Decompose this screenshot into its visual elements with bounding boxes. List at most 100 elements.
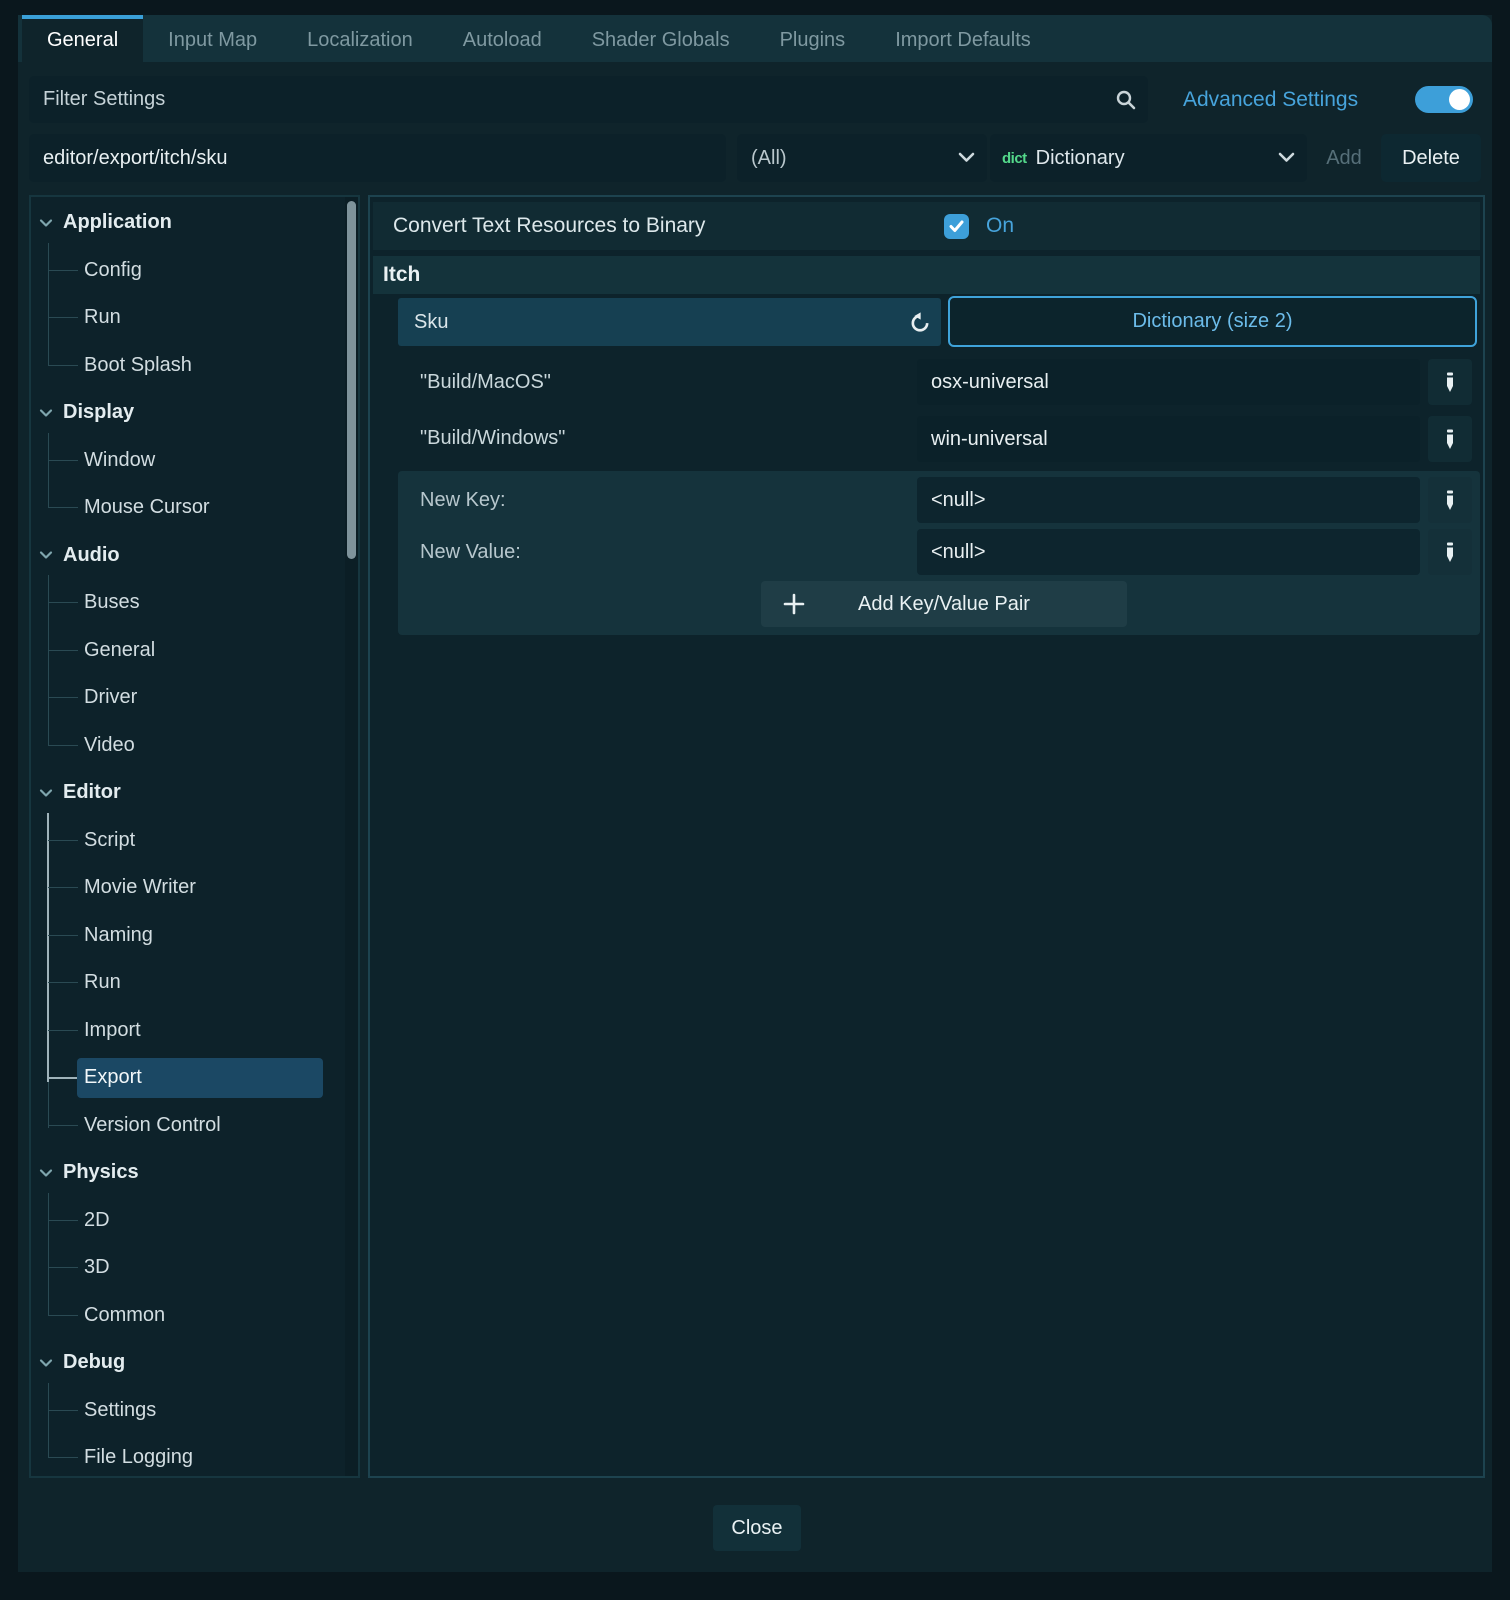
pencil-icon xyxy=(1444,489,1456,511)
chevron-down-icon xyxy=(39,788,53,798)
type-value: Dictionary xyxy=(1036,147,1125,170)
chevron-down-icon xyxy=(39,550,53,560)
sidebar-item-buses[interactable]: Buses xyxy=(31,579,343,627)
tab-plugins[interactable]: Plugins xyxy=(755,15,871,62)
sidebar-item-script[interactable]: Script xyxy=(31,817,343,865)
tab-localization[interactable]: Localization xyxy=(282,15,438,62)
tree-children: Settings File Logging xyxy=(31,1387,343,1479)
convert-text-resources-checkbox[interactable] xyxy=(944,214,969,239)
itch-section-header: Itch xyxy=(373,256,1480,294)
dict-value-field[interactable]: osx-universal xyxy=(917,359,1420,405)
add-key-value-pair-label: Add Key/Value Pair xyxy=(858,593,1030,615)
sidebar-item-video[interactable]: Video xyxy=(31,722,343,770)
sidebar-item-label: Common xyxy=(84,1304,165,1327)
feature-filter-value: (All) xyxy=(751,147,787,170)
tree-children: Buses General Driver Video xyxy=(31,579,343,769)
sidebar-item-label: File Logging xyxy=(84,1446,193,1469)
sidebar-item-3d[interactable]: 3D xyxy=(31,1244,343,1292)
sidebar-section-debug: Debug Settings File Logging xyxy=(31,1339,343,1478)
tab-input-map[interactable]: Input Map xyxy=(143,15,282,62)
delete-property-button[interactable]: Delete xyxy=(1381,134,1481,182)
project-settings-dialog: General Input Map Localization Autoload … xyxy=(0,0,1510,1600)
sidebar-item-label: Naming xyxy=(84,924,153,947)
sidebar-category-application[interactable]: Application xyxy=(31,199,343,247)
edit-new-key-button[interactable] xyxy=(1428,477,1472,523)
sidebar-section-application: Application Config Run Boot Splash xyxy=(31,199,343,389)
sidebar-item-mouse-cursor[interactable]: Mouse Cursor xyxy=(31,484,343,532)
sidebar-category-debug[interactable]: Debug xyxy=(31,1339,343,1387)
sidebar-category-label: Debug xyxy=(63,1351,125,1374)
sidebar-item-settings[interactable]: Settings xyxy=(31,1387,343,1435)
tab-general[interactable]: General xyxy=(22,15,143,62)
pencil-icon xyxy=(1444,428,1456,450)
new-value-field[interactable]: <null> xyxy=(917,529,1420,575)
property-path-input[interactable]: editor/export/itch/sku xyxy=(29,134,726,182)
add-property-button[interactable]: Add xyxy=(1314,134,1374,182)
property-path-text: editor/export/itch/sku xyxy=(43,147,228,169)
sidebar-category-editor[interactable]: Editor xyxy=(31,769,343,817)
sidebar-category-display[interactable]: Display xyxy=(31,389,343,437)
tree-children: Window Mouse Cursor xyxy=(31,437,343,532)
sidebar-scrollbar-track[interactable] xyxy=(345,197,358,1476)
sidebar-category-label: Physics xyxy=(63,1161,139,1184)
tab-label: General xyxy=(47,29,118,52)
sidebar-item-version-control[interactable]: Version Control xyxy=(31,1102,343,1150)
new-value-label: New Value: xyxy=(420,526,521,578)
sidebar-item-common[interactable]: Common xyxy=(31,1292,343,1340)
advanced-settings-toggle[interactable] xyxy=(1415,86,1473,113)
tree: Application Config Run Boot Splash Displ… xyxy=(31,199,343,1478)
sidebar-item-label: Movie Writer xyxy=(84,876,196,899)
tree-children: Config Run Boot Splash xyxy=(31,247,343,390)
chevron-down-icon xyxy=(39,408,53,418)
sidebar-category-label: Display xyxy=(63,401,134,424)
sidebar-item-window[interactable]: Window xyxy=(31,437,343,485)
sidebar-scrollbar-thumb[interactable] xyxy=(347,201,356,559)
sidebar-item-config[interactable]: Config xyxy=(31,247,343,295)
revert-icon[interactable] xyxy=(909,311,931,333)
sidebar-item-import[interactable]: Import xyxy=(31,1007,343,1055)
dict-key-label: "Build/Windows" xyxy=(420,413,565,463)
sidebar-item-label: Buses xyxy=(84,591,140,614)
edit-value-button[interactable] xyxy=(1428,359,1472,405)
tab-import-defaults[interactable]: Import Defaults xyxy=(870,15,1056,62)
sidebar-item-label: Driver xyxy=(84,686,137,709)
sidebar-item-label: 2D xyxy=(84,1209,110,1232)
dictionary-type-icon: dict xyxy=(1002,150,1027,167)
sidebar-item-file-logging[interactable]: File Logging xyxy=(31,1434,343,1478)
tab-bar: General Input Map Localization Autoload … xyxy=(18,15,1492,62)
tab-shader-globals[interactable]: Shader Globals xyxy=(567,15,755,62)
sidebar-category-audio[interactable]: Audio xyxy=(31,532,343,580)
plus-icon xyxy=(783,593,805,615)
tab-label: Localization xyxy=(307,29,413,52)
edit-new-value-button[interactable] xyxy=(1428,529,1472,575)
add-key-value-pair-button[interactable]: Add Key/Value Pair xyxy=(761,581,1127,627)
sidebar-item-export[interactable]: Export xyxy=(31,1054,343,1102)
edit-value-button[interactable] xyxy=(1428,416,1472,462)
feature-filter-dropdown[interactable]: (All) xyxy=(737,134,987,182)
sidebar-item-run-editor[interactable]: Run xyxy=(31,959,343,1007)
dict-value-text: osx-universal xyxy=(931,371,1049,393)
dict-value-field[interactable]: win-universal xyxy=(917,416,1420,462)
sidebar-item-general[interactable]: General xyxy=(31,627,343,675)
type-dropdown[interactable]: dict Dictionary xyxy=(990,134,1307,182)
sidebar-item-boot-splash[interactable]: Boot Splash xyxy=(31,342,343,390)
sidebar-item-movie-writer[interactable]: Movie Writer xyxy=(31,864,343,912)
dict-value-text: win-universal xyxy=(931,428,1048,450)
chevron-down-icon xyxy=(958,152,975,163)
toggle-knob xyxy=(1449,89,1470,110)
tab-label: Shader Globals xyxy=(592,29,730,52)
sidebar-item-label: 3D xyxy=(84,1256,110,1279)
close-button[interactable]: Close xyxy=(713,1505,801,1551)
filter-settings-input[interactable] xyxy=(29,76,1148,123)
sidebar-item-naming[interactable]: Naming xyxy=(31,912,343,960)
sidebar-item-2d[interactable]: 2D xyxy=(31,1197,343,1245)
dictionary-value-button[interactable]: Dictionary (size 2) xyxy=(948,296,1477,347)
chevron-down-icon xyxy=(39,1168,53,1178)
sku-property-row[interactable]: Sku xyxy=(398,298,941,346)
sidebar-category-physics[interactable]: Physics xyxy=(31,1149,343,1197)
tab-autoload[interactable]: Autoload xyxy=(438,15,567,62)
tree-children: 2D 3D Common xyxy=(31,1197,343,1340)
sidebar-item-run[interactable]: Run xyxy=(31,294,343,342)
new-key-field[interactable]: <null> xyxy=(917,477,1420,523)
sidebar-item-driver[interactable]: Driver xyxy=(31,674,343,722)
